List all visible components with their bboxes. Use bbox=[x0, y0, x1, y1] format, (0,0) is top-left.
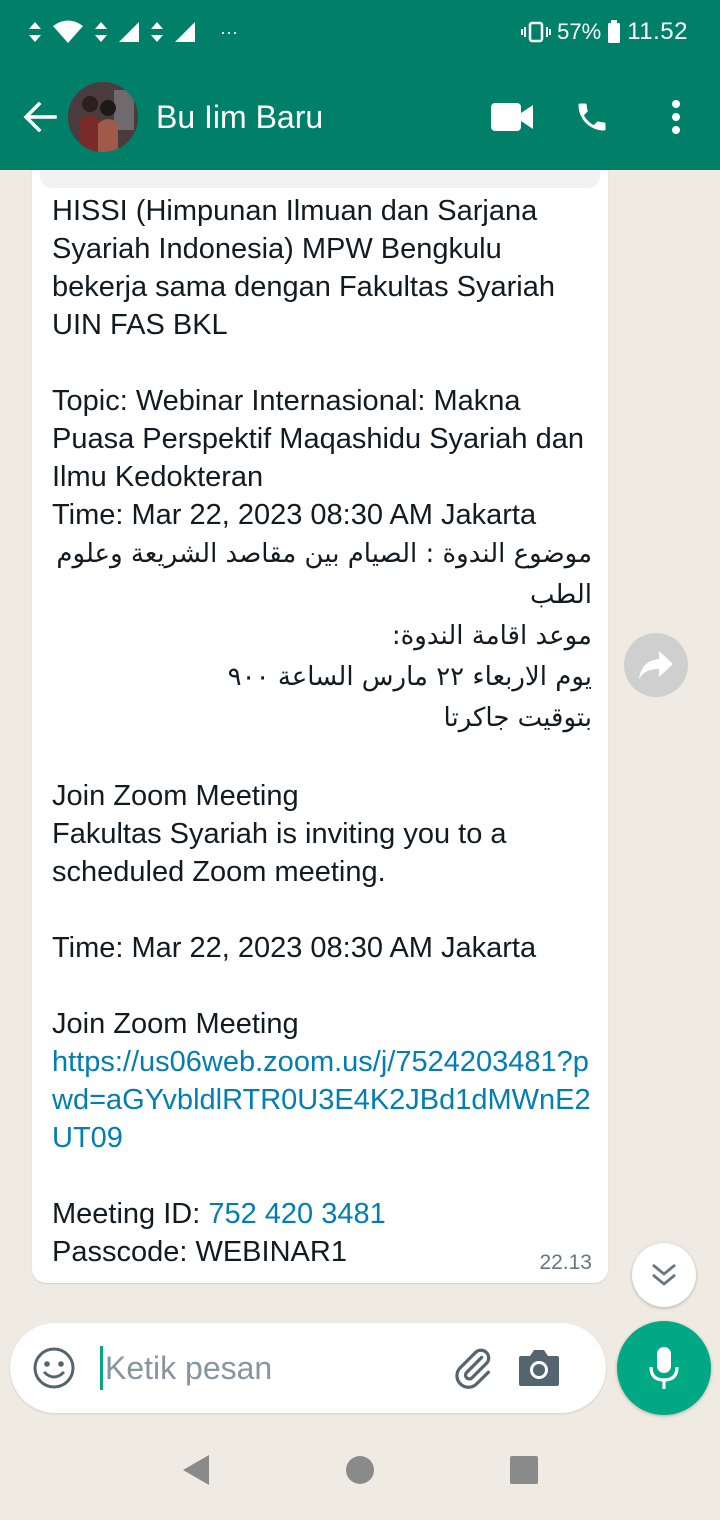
data-arrows-icon bbox=[151, 22, 163, 42]
message-timestamp: 22.13 bbox=[539, 1251, 592, 1274]
home-circle-icon bbox=[346, 1456, 374, 1484]
voice-message-button[interactable] bbox=[617, 1321, 711, 1415]
more-notifications-icon: ··· bbox=[220, 21, 238, 42]
camera-icon bbox=[519, 1350, 559, 1386]
paperclip-icon bbox=[455, 1348, 491, 1389]
microphone-icon bbox=[649, 1347, 679, 1389]
camera-button[interactable] bbox=[513, 1342, 565, 1394]
forward-button[interactable] bbox=[624, 633, 688, 697]
back-arrow-icon bbox=[23, 102, 57, 132]
more-options-button[interactable] bbox=[646, 87, 706, 147]
chat-header: Bu Iim Baru bbox=[0, 64, 720, 170]
triangle-back-icon bbox=[183, 1455, 209, 1485]
status-right: 57% 11.52 bbox=[521, 18, 688, 46]
signal-icon bbox=[119, 22, 139, 42]
status-left: ··· bbox=[28, 20, 238, 44]
emoji-icon bbox=[33, 1347, 75, 1389]
meeting-id-link[interactable]: 752 420 3481 bbox=[208, 1198, 385, 1230]
vibrate-icon bbox=[521, 21, 552, 43]
wifi-icon bbox=[53, 20, 83, 43]
message-paragraph: HISSI (Himpunan Ilmuan dan Sarjana Syari… bbox=[52, 195, 564, 341]
battery-percent: 57% bbox=[557, 19, 602, 44]
nav-recents-button[interactable] bbox=[502, 1448, 546, 1492]
message-time-line: Time: Mar 22, 2023 08:30 AM Jakarta bbox=[52, 932, 537, 964]
signal-icon bbox=[175, 22, 195, 42]
meeting-id-line: Meeting ID: 752 420 3481 bbox=[52, 1195, 592, 1233]
nav-back-button[interactable] bbox=[174, 1448, 218, 1492]
kebab-menu-icon bbox=[672, 100, 680, 134]
passcode-line: Passcode: WEBINAR1 bbox=[52, 1236, 347, 1268]
message-join-label: Join Zoom Meeting bbox=[52, 1008, 299, 1040]
message-arabic: موضوع الندوة : الصيام بين مقاصد الشريعة … bbox=[56, 539, 592, 733]
quoted-preview[interactable] bbox=[40, 170, 600, 188]
data-arrows-icon bbox=[95, 22, 107, 42]
avatar-image bbox=[68, 82, 138, 152]
message-bubble[interactable]: HISSI (Himpunan Ilmuan dan Sarjana Syari… bbox=[32, 170, 608, 1283]
zoom-link[interactable]: https://us06web.zoom.us/j/7524203481?pwd… bbox=[52, 1043, 592, 1157]
video-call-button[interactable] bbox=[482, 87, 542, 147]
phone-icon bbox=[578, 103, 606, 131]
scroll-to-bottom-button[interactable] bbox=[632, 1243, 696, 1307]
message-body: HISSI (Himpunan Ilmuan dan Sarjana Syari… bbox=[52, 192, 592, 1271]
nav-home-button[interactable] bbox=[338, 1448, 382, 1492]
message-invite: Join Zoom Meeting Fakultas Syariah is in… bbox=[52, 780, 507, 888]
battery-icon bbox=[608, 20, 621, 43]
contact-name[interactable]: Bu Iim Baru bbox=[156, 99, 482, 136]
message-composer bbox=[10, 1323, 606, 1413]
message-topic: Topic: Webinar Internasional: Makna Puas… bbox=[52, 385, 584, 531]
recents-square-icon bbox=[510, 1456, 538, 1484]
forward-icon bbox=[639, 651, 673, 679]
meeting-id-label: Meeting ID: bbox=[52, 1198, 209, 1230]
double-chevron-down-icon bbox=[652, 1263, 676, 1286]
data-arrows-icon bbox=[29, 22, 41, 42]
text-cursor bbox=[100, 1346, 103, 1390]
back-button[interactable] bbox=[12, 87, 68, 147]
emoji-button[interactable] bbox=[30, 1344, 78, 1392]
system-nav-bar bbox=[0, 1420, 720, 1520]
status-bar: ··· 57% 11.52 bbox=[0, 0, 720, 64]
avatar[interactable] bbox=[68, 82, 138, 152]
status-time: 11.52 bbox=[627, 18, 688, 45]
video-camera-icon bbox=[491, 103, 533, 131]
chat-area[interactable]: HISSI (Himpunan Ilmuan dan Sarjana Syari… bbox=[0, 170, 720, 1320]
voice-call-button[interactable] bbox=[562, 87, 622, 147]
message-input[interactable] bbox=[105, 1338, 435, 1398]
attach-button[interactable] bbox=[447, 1342, 499, 1394]
